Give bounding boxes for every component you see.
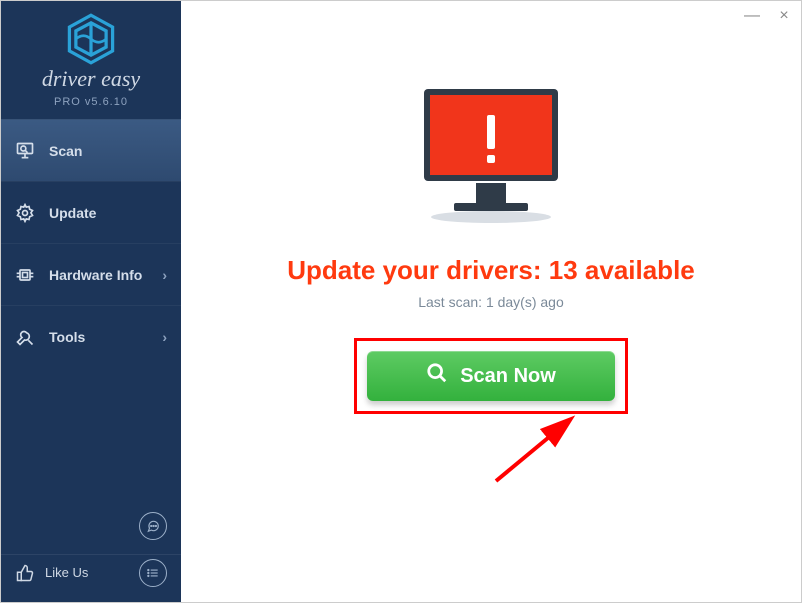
search-monitor-icon [15,141,35,161]
alert-monitor-illustration [406,81,576,231]
window-controls: — × [743,7,793,25]
tools-icon [15,327,35,347]
brand-subtitle: PRO v5.6.10 [54,96,128,108]
sidebar-nav: Scan Update Hardware Info › Tools [1,119,181,367]
main-pane: Update your drivers: 13 available Last s… [181,1,801,602]
headline-count: 13 [549,255,578,285]
like-us[interactable]: Like Us [1,554,181,590]
minimize-button[interactable]: — [743,7,761,25]
chevron-right-icon: › [162,267,167,283]
chip-icon [15,265,35,285]
menu-list-icon[interactable] [139,559,167,587]
headline-prefix: Update your drivers: [287,255,549,285]
brand-name: driver easy [42,66,140,92]
search-icon [426,362,448,390]
sidebar-item-label: Update [49,205,96,221]
sidebar-item-label: Scan [49,143,82,159]
sidebar-item-scan[interactable]: Scan [1,119,181,181]
brand: driver easy PRO v5.6.10 [1,1,181,119]
gear-icon [15,203,35,223]
sidebar-item-update[interactable]: Update [1,181,181,243]
thumbs-up-icon [15,563,35,583]
sidebar-item-hardware-info[interactable]: Hardware Info › [1,243,181,305]
scan-now-button[interactable]: Scan Now [367,351,615,401]
feedback-icon[interactable] [139,512,167,540]
scan-highlight-frame: Scan Now [354,338,628,414]
annotation-arrow-icon [486,411,596,491]
like-us-label: Like Us [45,565,88,580]
scan-headline: Update your drivers: 13 available [287,255,695,286]
headline-suffix: available [578,255,695,285]
sidebar-item-label: Hardware Info [49,267,142,283]
sidebar-item-tools[interactable]: Tools › [1,305,181,367]
sidebar-item-label: Tools [49,329,85,345]
app-root: driver easy PRO v5.6.10 Scan Update H [1,1,801,602]
sidebar: driver easy PRO v5.6.10 Scan Update H [1,1,181,602]
close-button[interactable]: × [775,7,793,25]
chevron-right-icon: › [162,329,167,345]
sidebar-bottom: Like Us [1,554,181,590]
last-scan-text: Last scan: 1 day(s) ago [418,294,564,310]
scan-now-label: Scan Now [460,365,556,388]
brand-logo-icon [64,12,118,66]
